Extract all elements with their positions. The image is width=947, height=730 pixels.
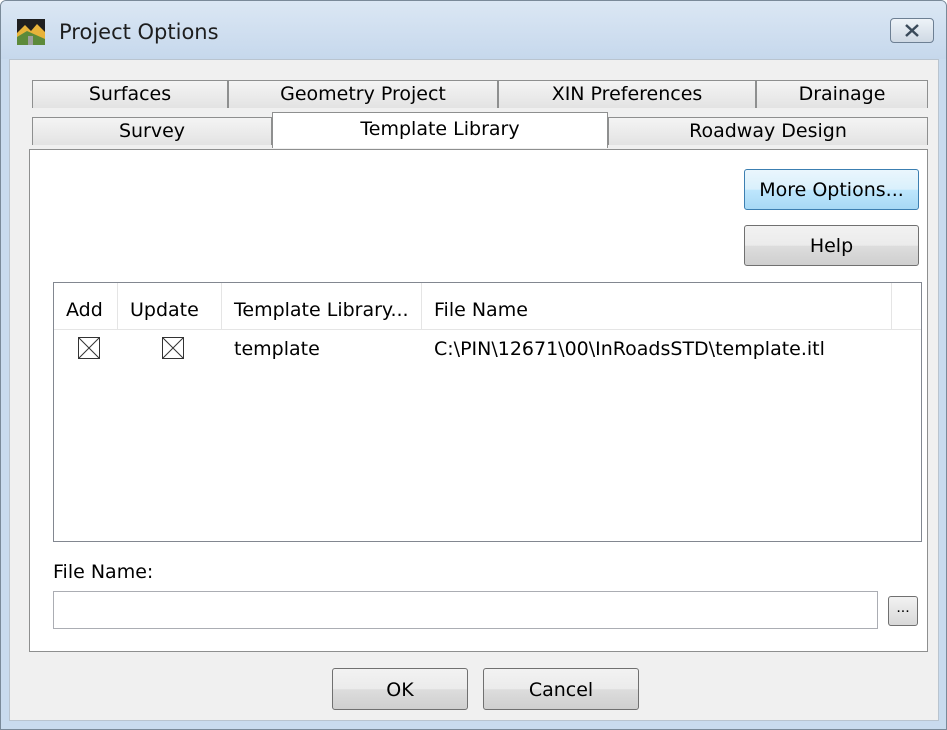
template-library-cell: template (234, 338, 320, 360)
column-header-update[interactable]: Update (118, 283, 222, 329)
browse-button[interactable]: ... (888, 596, 918, 626)
tab-label: Geometry Project (280, 83, 446, 105)
add-checkbox[interactable] (78, 337, 100, 359)
tab-label: Template Library (360, 118, 520, 140)
tab-label: Surfaces (88, 83, 172, 105)
update-checkbox[interactable] (162, 337, 184, 359)
ok-button[interactable]: OK (332, 668, 468, 710)
tab-label: Survey (118, 120, 186, 142)
column-header-template-library[interactable]: Template Library... (222, 283, 422, 329)
file-name-input[interactable] (53, 591, 878, 629)
close-button[interactable] (890, 18, 934, 43)
title-bar[interactable]: Project Options (1, 1, 946, 59)
tab-label: Drainage (798, 83, 886, 105)
help-button[interactable]: Help (744, 225, 919, 266)
app-icon (17, 19, 45, 45)
tab-geometry-project[interactable]: Geometry Project (228, 80, 498, 108)
tab-roadway-design[interactable]: Roadway Design (608, 117, 928, 145)
cancel-button[interactable]: Cancel (483, 668, 639, 710)
tab-label: Roadway Design (689, 120, 847, 142)
tab-label: XIN Preferences (551, 83, 703, 105)
list-header: Add Update Template Library... File Name (54, 283, 921, 330)
tab-survey[interactable]: Survey (32, 117, 272, 145)
close-icon (905, 24, 919, 37)
more-options-button[interactable]: More Options... (744, 169, 919, 210)
file-name-cell: C:\PIN\12671\00\InRoadsSTD\template.itl (434, 338, 825, 360)
column-header-add[interactable]: Add (54, 283, 118, 329)
tab-surfaces[interactable]: Surfaces (32, 80, 228, 108)
file-name-label: File Name: (53, 561, 154, 583)
template-library-list[interactable]: Add Update Template Library... File Name… (53, 282, 922, 542)
list-item[interactable]: template C:\PIN\12671\00\InRoadsSTD\temp… (54, 333, 921, 365)
project-options-dialog: Project Options Surfaces Geometry Projec… (0, 0, 947, 730)
window-title: Project Options (59, 20, 219, 44)
tab-drainage[interactable]: Drainage (756, 80, 928, 108)
tab-template-library[interactable]: Template Library (272, 112, 608, 148)
column-header-file-name[interactable]: File Name (422, 283, 892, 329)
tab-xin-preferences[interactable]: XIN Preferences (498, 80, 756, 108)
